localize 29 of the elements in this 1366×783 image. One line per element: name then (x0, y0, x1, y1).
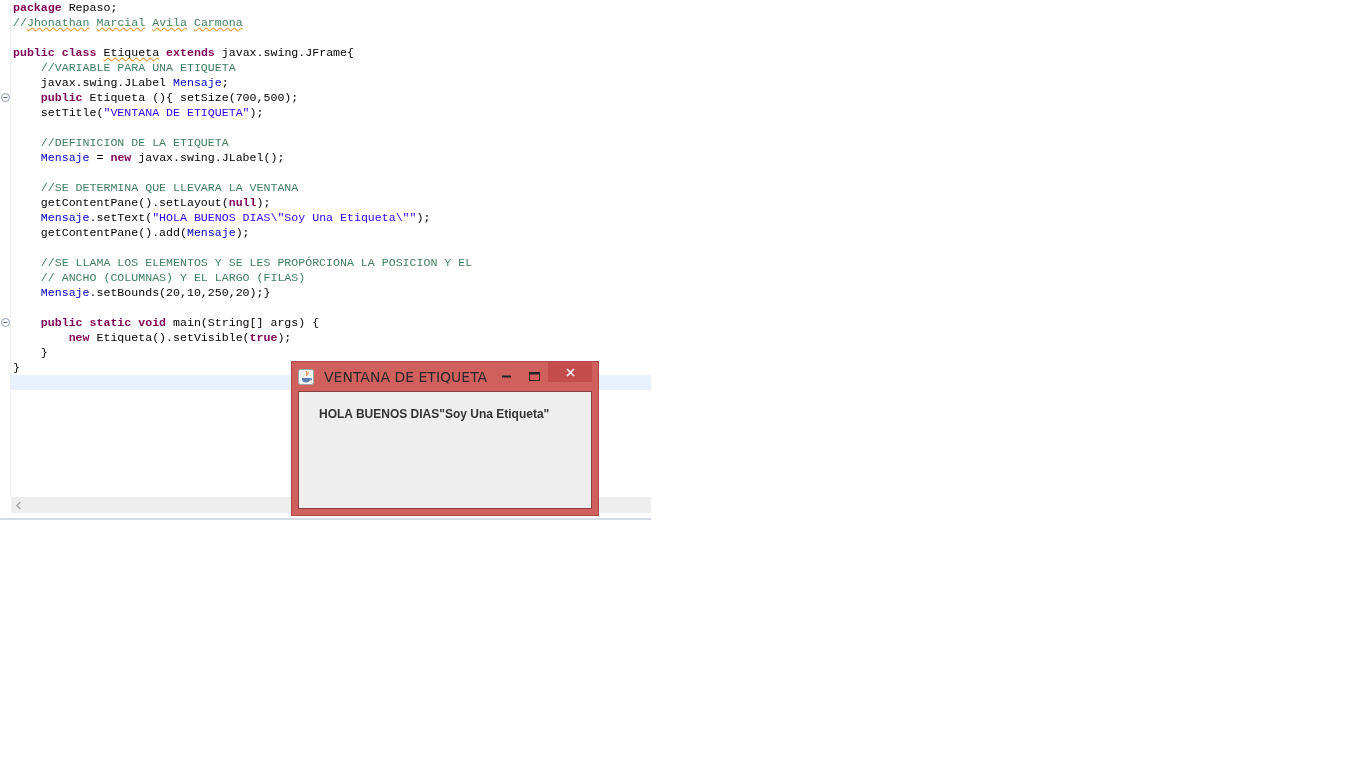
code-line: package Repaso; (12, 0, 118, 15)
code-line: setTitle("VENTANA DE ETIQUETA"); (39, 105, 264, 120)
collapse-icon[interactable] (0, 318, 10, 327)
window-title: VENTANA DE ETIQUETA (324, 368, 489, 385)
minimize-icon (501, 375, 511, 378)
code-line: } (12, 360, 20, 375)
code-line: public static void main(String[] args) { (39, 315, 320, 330)
code-line: public class Etiqueta extends javax.swing.JFrame{ (12, 45, 354, 60)
code-line: //VARIABLE PARA UNA ETIQUETA (39, 60, 236, 75)
collapse-icon[interactable] (0, 93, 10, 102)
maximize-icon (528, 372, 540, 381)
code-line: } (39, 345, 48, 360)
code-line: //DEFINICION DE LA ETIQUETA (39, 135, 229, 150)
code-line: new Etiqueta().setVisible(true); (67, 330, 292, 345)
code-line: Mensaje = new javax.swing.JLabel(); (39, 150, 285, 165)
close-icon (565, 367, 575, 377)
code-line: Mensaje.setText("HOLA BUENOS DIAS\"Soy Una Etiqueta\""); (39, 210, 431, 225)
code-line: public Etiqueta (){ setSize(700,500); (39, 90, 299, 105)
code-line: Mensaje.setBounds(20,10,250,20);} (39, 285, 271, 300)
code-line: // ANCHO (COLUMNAS) Y EL LARGO (FILAS) (39, 270, 306, 285)
code-line: //SE LLAMA LOS ELEMENTOS Y SE LES PROPÓRCIONA LA POSICION Y EL (39, 255, 473, 270)
label-text: HOLA BUENOS DIAS"Soy Una Etiqueta" (319, 407, 550, 421)
code-line: //Jhonathan Marcial Avila Carmona (12, 15, 243, 30)
code-line: getContentPane().setLayout(null); (39, 195, 271, 210)
code-line: javax.swing.JLabel Mensaje; (39, 75, 229, 90)
java-cup-icon (298, 368, 314, 385)
code-line: //SE DETERMINA QUE LLEVARA LA VENTANA (39, 180, 299, 195)
close-button[interactable] (548, 362, 592, 382)
code-line: getContentPane().add(Mensaje); (39, 225, 250, 240)
